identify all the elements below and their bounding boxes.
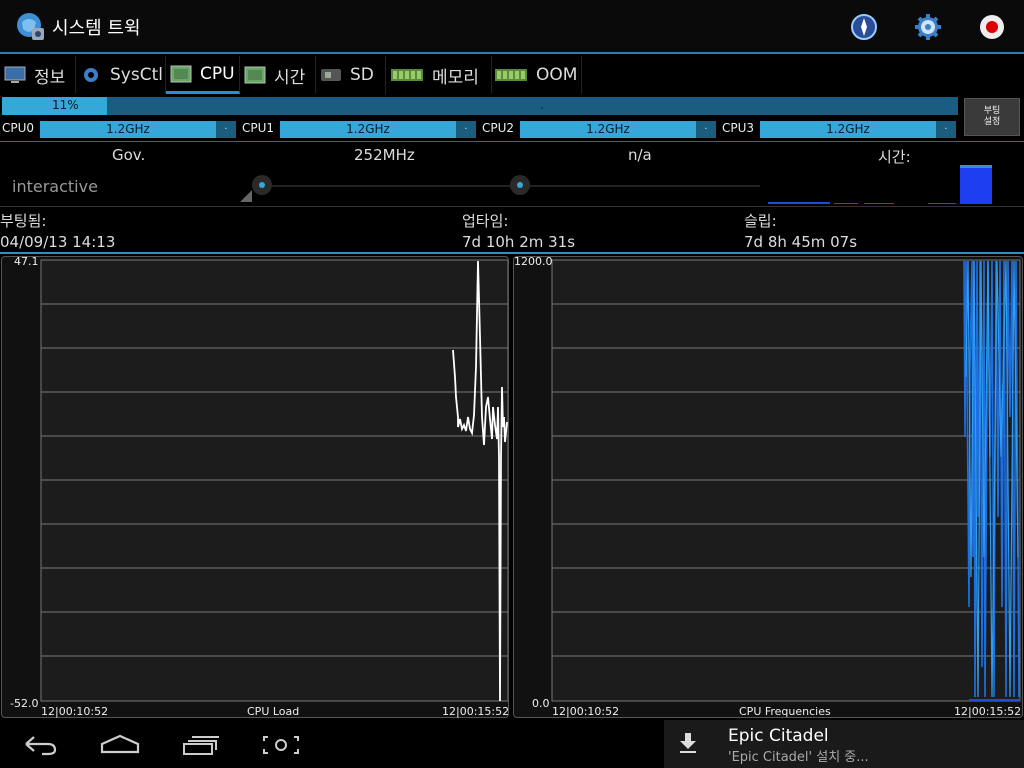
uptime-label: 업타임: [462,212,509,230]
cpu0-freq: 1.2GHz [106,122,150,136]
screenshot-icon[interactable] [262,735,300,755]
cpu0-end: . [216,121,236,138]
record-icon[interactable] [978,13,1006,41]
monitor-icon [4,66,26,83]
cpu2-end: . [696,121,716,138]
cpu-load-plot [40,259,508,702]
sdcard-icon [321,69,341,81]
cpu3-label: CPU3 [722,121,755,135]
tab-sd[interactable]: SD [316,56,386,94]
load-x-start: 12|00:10:52 [41,705,109,718]
recent-apps-icon[interactable] [182,734,220,756]
min-freq-slider-track[interactable] [262,185,512,187]
cpu-load-chart: 47.1 -52.0 12|00:10:52 CPU Load 12|00:15… [1,255,510,718]
cpu1-freq: 1.2GHz [346,122,390,136]
cpu1-label: CPU1 [242,121,275,135]
tab-sysctl[interactable]: SysCtl [76,56,166,94]
boot-button-line2: 설정 [983,117,1001,127]
time-in-state-histogram [768,165,992,204]
cpu0-label: CPU0 [2,121,35,135]
compass-icon[interactable] [850,13,878,41]
tab-time[interactable]: 시간 [240,56,316,94]
chip-icon [244,66,266,84]
cpu2-label: CPU2 [482,121,515,135]
tab-memory[interactable]: 메모리 [386,56,492,94]
load-ymin: -52.0 [10,697,39,710]
home-icon[interactable] [100,734,140,754]
total-cpu-label: 11% [52,98,79,112]
max-freq-slider-track[interactable] [520,185,760,187]
freq-title: CPU Frequencies [739,705,831,718]
min-freq-value: 252MHz [354,146,415,164]
total-cpu-end: . [540,98,544,112]
cpu1-end: . [456,121,476,138]
cpu2-freq: 1.2GHz [586,122,630,136]
cpu0-bar[interactable]: 1.2GHz . [40,121,236,138]
load-x-end: 12|00:15:52 [442,705,510,718]
divider [0,252,1024,254]
gov-label: Gov. [112,146,146,164]
app-logo-icon [17,13,44,40]
tab-label: OOM [536,65,578,85]
tab-bar: 정보 SysCtl CPU 시간 SD 메모리 OOM [0,56,1024,94]
sleep-value: 7d 8h 45m 07s [744,233,858,251]
notification-title: Epic Citadel [728,726,829,746]
uptime-value: 7d 10h 2m 31s [462,233,576,251]
notification-subtitle: 'Epic Citadel' 설치 중... [728,750,869,765]
boot-settings-button[interactable]: 부팅 설정 [964,98,1020,136]
max-freq-slider-thumb[interactable] [510,175,530,195]
divider [0,206,1024,207]
boot-label: 부팅됨: [0,212,47,230]
freq-x-start: 12|00:10:52 [552,705,620,718]
load-title: CPU Load [247,705,300,718]
cpu3-bar[interactable]: 1.2GHz . [760,121,956,138]
freq-x-end: 12|00:15:52 [954,705,1022,718]
cpu-frequency-chart: 1200.0 0.0 12|00:10:52 CPU Frequencies 1… [513,255,1023,718]
cpu3-freq: 1.2GHz [826,122,870,136]
tab-label: SysCtl [110,65,163,85]
tab-label: CPU [200,63,235,84]
cpu2-bar[interactable]: 1.2GHz . [520,121,716,138]
max-freq-value: n/a [628,146,652,164]
cpu1-bar[interactable]: 1.2GHz . [280,121,476,138]
divider [0,141,1024,142]
tab-label: 시간 [274,67,306,88]
chip-icon [170,65,192,82]
cpu-freq-plot [551,259,1021,702]
ram-icon [495,69,527,81]
tab-cpu[interactable]: CPU [166,56,240,94]
governor-select[interactable]: interactive [12,177,98,196]
tab-label: SD [350,65,374,85]
tab-label: 메모리 [432,67,479,88]
boot-button-line1: 부팅 [983,106,1001,116]
tab-label: 정보 [34,67,66,88]
download-notification[interactable]: Epic Citadel 'Epic Citadel' 설치 중... [664,720,1024,768]
sleep-label: 슬립: [744,212,777,230]
app-title: 시스템 트윅 [52,18,141,39]
cpu3-end: . [936,121,956,138]
tab-oom[interactable]: OOM [492,56,582,94]
settings-gear-icon[interactable] [914,13,942,41]
min-freq-slider-thumb[interactable] [252,175,272,195]
back-icon[interactable] [22,734,58,756]
action-bar: 시스템 트윅 [0,0,1024,54]
boot-value: 04/09/13 14:13 [0,233,116,251]
gear-icon [84,68,98,82]
total-cpu-bar: 11% . [2,97,958,115]
ram-icon [391,69,423,81]
load-ymax: 47.1 [14,255,39,268]
tab-info[interactable]: 정보 [0,56,76,94]
download-icon [680,733,696,753]
freq-ymax: 1200.0 [514,255,553,268]
spinner-corner-icon [240,190,252,202]
freq-ymin: 0.0 [532,697,550,710]
